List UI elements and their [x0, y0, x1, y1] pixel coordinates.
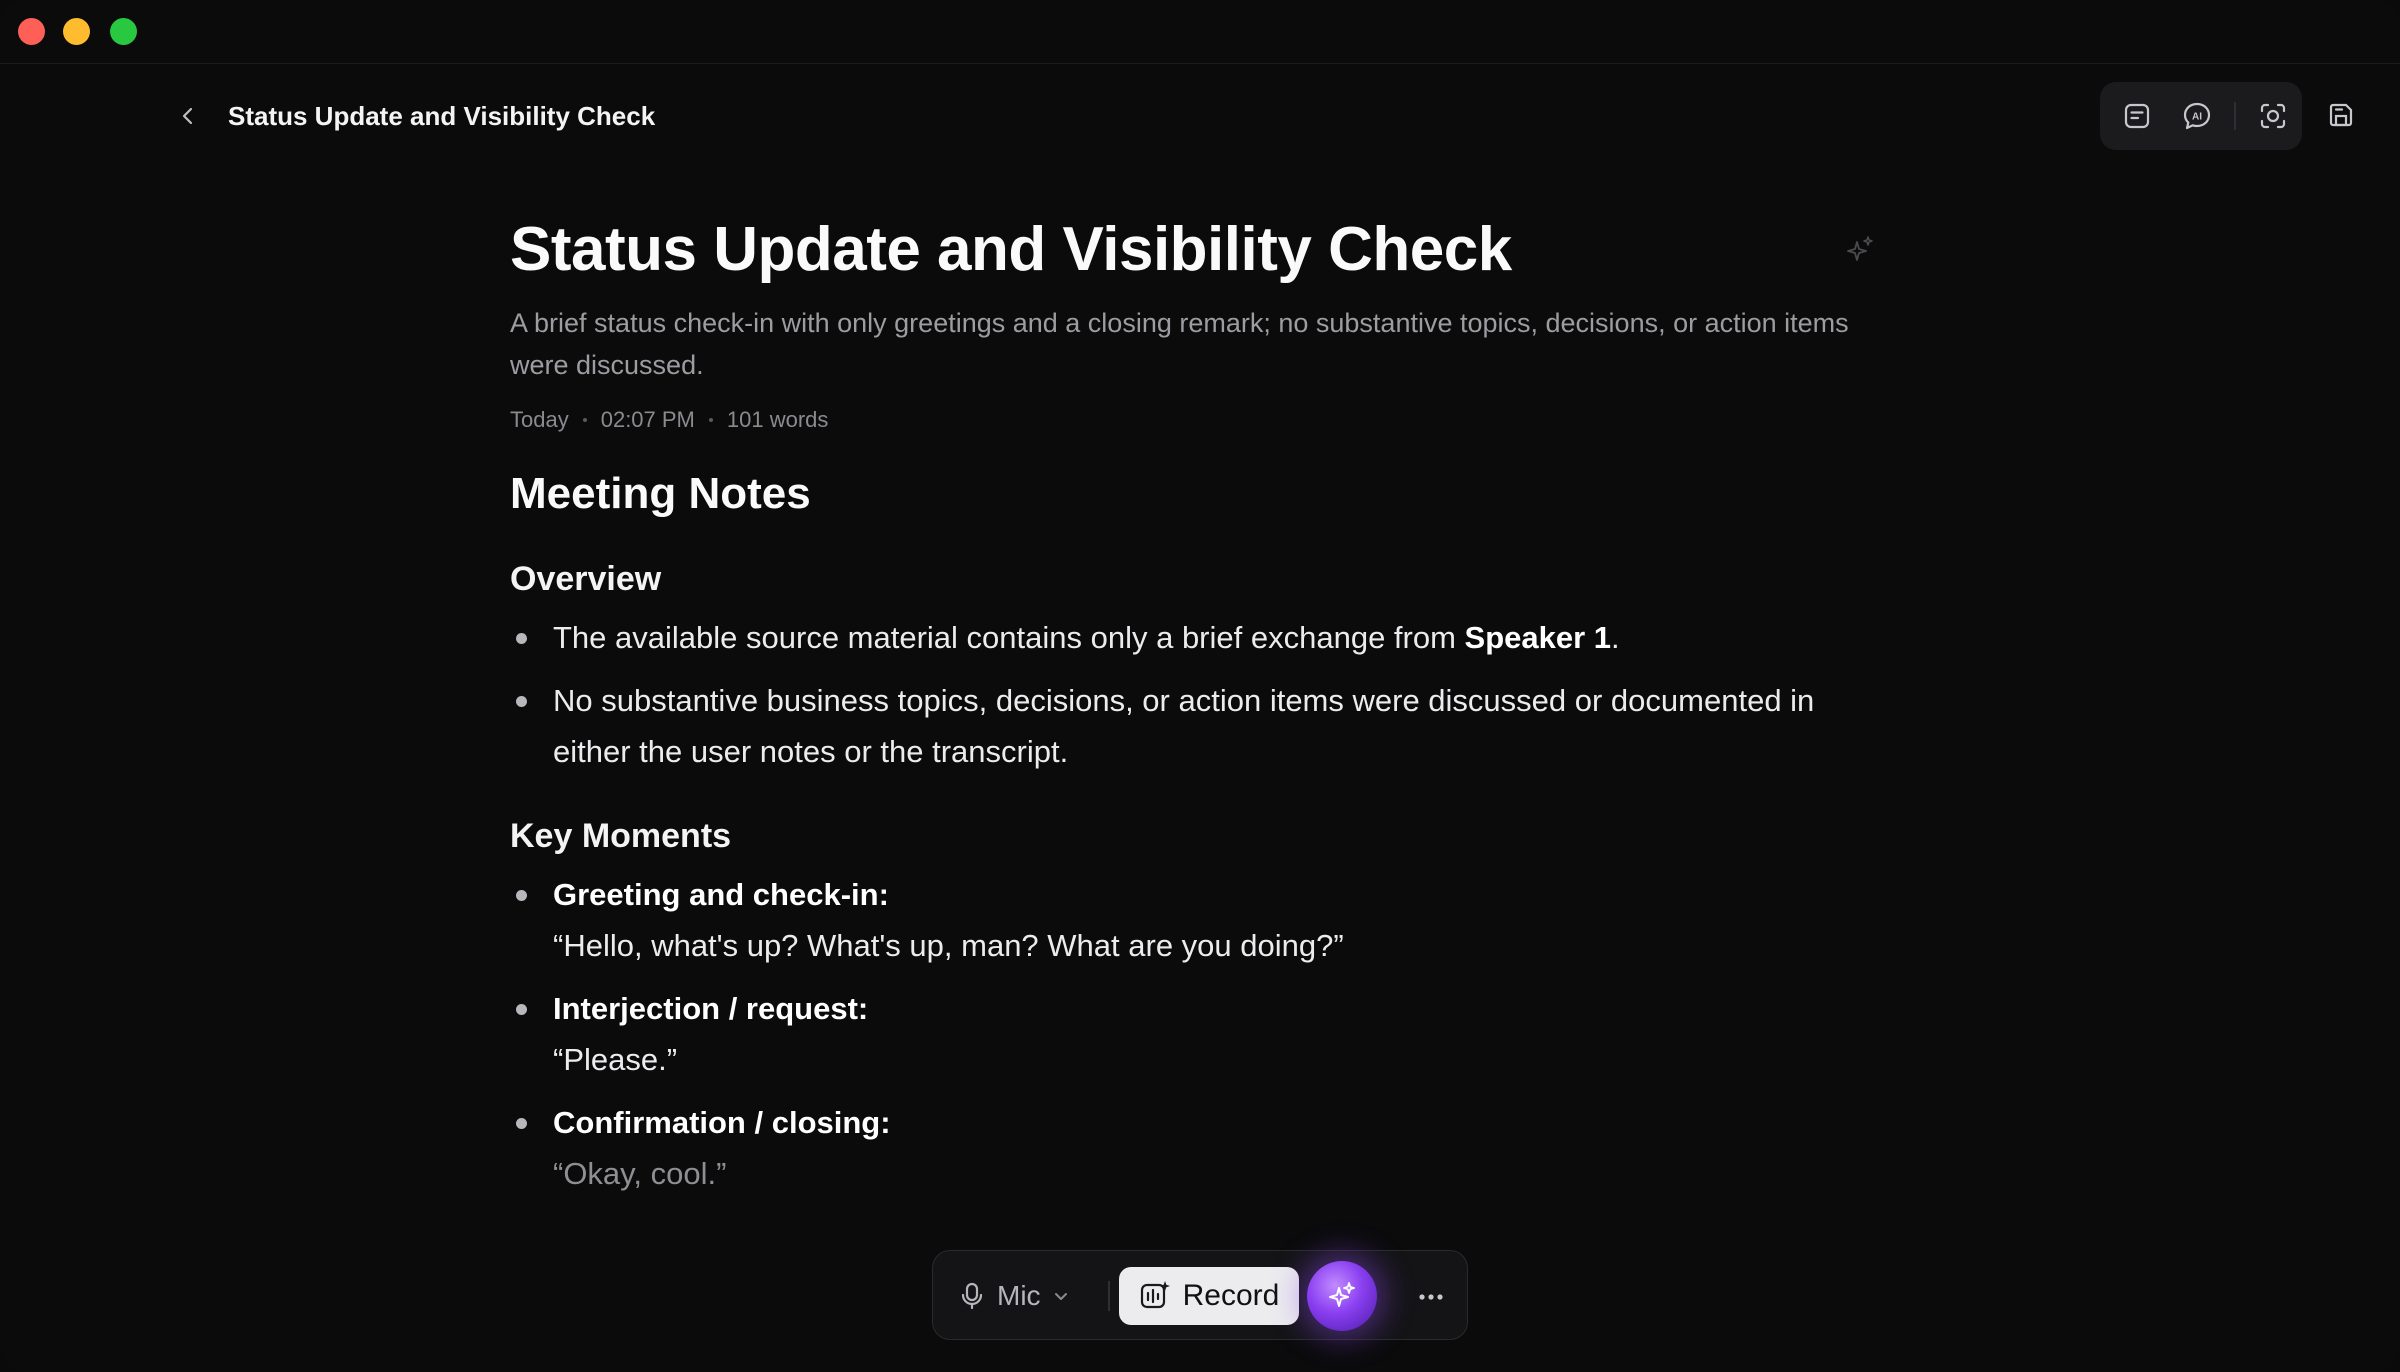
top-toolbar: AI: [2100, 82, 2302, 150]
list-item: No substantive business topics, decision…: [510, 675, 1890, 777]
svg-text:AI: AI: [2192, 112, 2202, 123]
waveform-sparkle-icon: [1140, 1281, 1170, 1309]
more-options-button[interactable]: [1409, 1275, 1453, 1319]
ai-chat-icon: AI: [2183, 102, 2211, 130]
screenshot-button[interactable]: [2250, 93, 2296, 139]
record-label: Record: [1182, 1279, 1280, 1312]
save-icon: [2329, 103, 2353, 127]
moment-label: Confirmation / closing:: [553, 1105, 891, 1140]
moment-quote: “Hello, what's up? What's up, man? What …: [553, 928, 1344, 963]
microphone-icon: [961, 1282, 983, 1310]
overview-list: The available source material contains o…: [510, 612, 1890, 777]
notes-icon: [2124, 103, 2150, 129]
close-window-button[interactable]: [18, 18, 45, 45]
maximize-window-button[interactable]: [110, 18, 137, 45]
ellipsis-icon: [1419, 1294, 1443, 1300]
ai-assistant-button[interactable]: [1307, 1261, 1377, 1331]
document-summary: A brief status check-in with only greeti…: [510, 308, 1849, 380]
meta-date: Today: [510, 407, 569, 432]
meta-time: 02:07 PM: [600, 407, 695, 432]
mic-selector[interactable]: Mic: [959, 1273, 1069, 1319]
moment-label: Greeting and check-in:: [553, 877, 889, 912]
overview-heading: Overview: [510, 560, 662, 598]
sparkle-icon: [1329, 1282, 1355, 1307]
meeting-notes-heading: Meeting Notes: [510, 469, 811, 518]
list-item: Interjection / request: “Please.”: [510, 983, 1890, 1085]
back-button[interactable]: [172, 100, 204, 132]
record-button[interactable]: Record: [1119, 1267, 1299, 1325]
recording-control-bar: Mic Record: [932, 1250, 1468, 1340]
meta-separator: [708, 418, 713, 422]
ai-chat-button[interactable]: AI: [2174, 93, 2220, 139]
header-title: Status Update and Visibility Check: [228, 101, 656, 131]
mic-label: Mic: [997, 1280, 1041, 1311]
toolbar-divider: [2234, 102, 2236, 130]
list-item: The available source material contains o…: [510, 612, 1890, 663]
key-moments-list: Greeting and check-in: “Hello, what's up…: [510, 869, 1890, 1199]
list-item: Greeting and check-in: “Hello, what's up…: [510, 869, 1890, 971]
save-button[interactable]: [2318, 92, 2364, 138]
meta-separator: [582, 418, 587, 422]
minimize-window-button[interactable]: [63, 18, 90, 45]
chevron-down-icon: [1054, 1293, 1067, 1300]
key-moments-heading: Key Moments: [510, 817, 732, 855]
moment-label: Interjection / request:: [553, 991, 869, 1026]
document-title[interactable]: Status Update and Visibility Check: [510, 200, 1890, 300]
app-window: Status Update and Visibility Check AI St…: [0, 0, 2400, 1372]
chevron-left-icon: [182, 107, 193, 125]
list-item: Confirmation / closing: “Okay, cool.”: [510, 1097, 1890, 1199]
document-meta: Today 02:07 PM 101 words: [510, 404, 1890, 436]
screenshot-icon: [2260, 103, 2286, 129]
notes-view-button[interactable]: [2114, 93, 2160, 139]
moment-quote: “Please.”: [553, 1042, 678, 1077]
meta-word-count: 101 words: [726, 407, 829, 432]
note-document: Status Update and Visibility Check A bri…: [510, 200, 1890, 1211]
control-divider: [1108, 1281, 1110, 1311]
title-bar: [0, 0, 2400, 64]
moment-quote: “Okay, cool.”: [553, 1156, 727, 1191]
